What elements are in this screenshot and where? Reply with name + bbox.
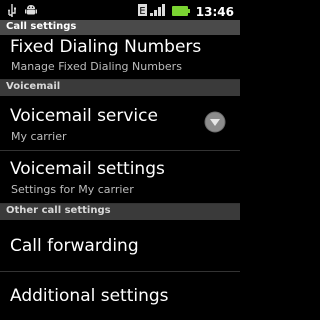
voicemail-service-subtitle: My carrier [11, 130, 67, 143]
other-call-settings-header-label: Other call settings [6, 205, 111, 216]
signal-letter: E [139, 6, 145, 17]
fixed-dialing-numbers-title: Fixed Dialing Numbers [10, 37, 202, 57]
title-label: Call settings [6, 21, 77, 32]
voicemail-settings-subtitle: Settings for My carrier [11, 183, 134, 196]
call-forwarding-item[interactable]: Call forwarding [0, 220, 240, 272]
battery-icon [171, 2, 190, 21]
clock: 13:46 [195, 4, 234, 19]
voicemail-service-item[interactable]: Voicemail service My carrier [0, 96, 240, 151]
additional-settings-title: Additional settings [10, 286, 169, 306]
signal-icon: E [137, 2, 166, 21]
title-bar: Call settings [0, 20, 240, 35]
android-debug-icon [24, 2, 38, 21]
voicemail-settings-title: Voicemail settings [10, 159, 165, 179]
voicemail-settings-item[interactable]: Voicemail settings Settings for My carri… [0, 151, 240, 204]
section-header-other-call-settings: Other call settings [0, 204, 240, 220]
call-forwarding-title: Call forwarding [10, 236, 139, 256]
fixed-dialing-numbers-item[interactable]: Fixed Dialing Numbers Manage Fixed Diali… [0, 35, 240, 80]
voicemail-header-label: Voicemail [6, 81, 61, 92]
fixed-dialing-numbers-subtitle: Manage Fixed Dialing Numbers [11, 60, 182, 73]
section-header-voicemail: Voicemail [0, 80, 240, 96]
screen: E 13:46 Call settings Fixed Dialing Numb… [0, 0, 240, 320]
additional-settings-item[interactable]: Additional settings [0, 272, 240, 320]
status-bar: E 13:46 [0, 0, 240, 20]
dropdown-arrow-icon[interactable] [204, 111, 226, 133]
usb-icon [6, 2, 18, 21]
voicemail-service-title: Voicemail service [10, 106, 158, 126]
